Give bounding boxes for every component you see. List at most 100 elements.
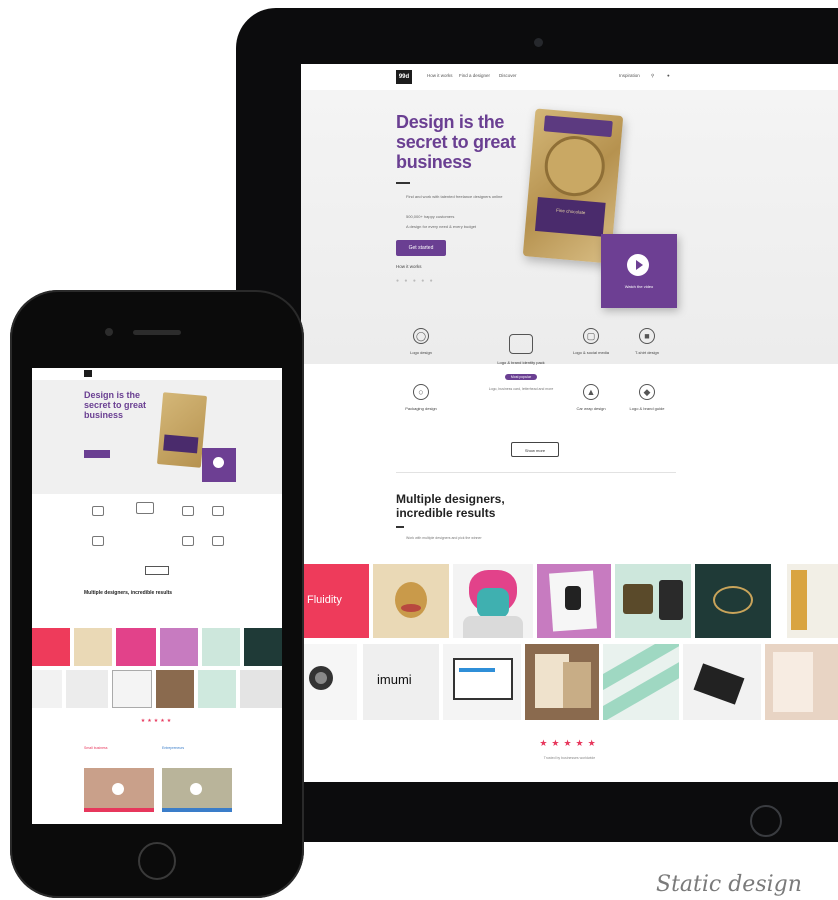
phone-device: Design is the secret to great business M… <box>10 290 304 898</box>
social-icon: ▢ <box>583 328 599 344</box>
how-it-works-link[interactable]: How it works <box>396 264 422 269</box>
site-logo[interactable]: 99d <box>396 70 412 84</box>
gallery-tile-tea-packaging[interactable] <box>615 564 691 638</box>
phone-site-logo[interactable] <box>84 370 92 377</box>
static-design-caption: Static design <box>656 872 802 897</box>
ornament-icon <box>542 133 608 199</box>
gallery-tile-web-ui[interactable] <box>443 644 521 720</box>
logo-icon: ◯ <box>413 328 429 344</box>
phone-screen: Design is the secret to great business M… <box>32 368 282 824</box>
popular-badge: Most popular <box>504 374 538 380</box>
carousel-dots[interactable]: ● ● ● ● ● <box>396 278 435 284</box>
section-subtitle: Work with multiple designers and pick th… <box>406 536 482 540</box>
nav-link-find-designer[interactable]: Find a designer <box>459 73 490 78</box>
phone-hero <box>32 380 282 494</box>
divider <box>396 472 676 473</box>
phone-show-more-button[interactable] <box>145 566 169 575</box>
user-icon[interactable]: ● <box>667 73 670 78</box>
gallery-tile-camera[interactable] <box>301 644 357 720</box>
phone-gallery-tile[interactable] <box>32 628 70 666</box>
hero-bullet: 500,000+ happy customers <box>406 214 455 219</box>
headline-underline <box>396 182 410 184</box>
rating-stars: ★★★★★ <box>539 738 600 748</box>
phone-get-started-button[interactable] <box>84 450 110 458</box>
nav-link-discover[interactable]: Discover <box>499 73 517 78</box>
phone-gallery-tile[interactable] <box>198 670 236 708</box>
phone-hero-headline: Design is the secret to great business <box>84 390 147 420</box>
search-icon[interactable]: ⚲ <box>651 73 654 79</box>
gallery-tile-mint-pattern[interactable] <box>603 644 679 720</box>
gallery-tile-menu-card[interactable] <box>765 644 838 720</box>
play-icon[interactable] <box>627 254 649 276</box>
phone-gallery-tile[interactable] <box>160 628 198 666</box>
phone-tab-small-business[interactable]: Small business <box>84 746 108 750</box>
tablet-navbar: 99d How it works Find a designer Discove… <box>301 64 838 90</box>
category-logo-design[interactable]: ◯ Logo design <box>393 328 449 355</box>
phone-rating-stars: ★★★★★ <box>140 718 174 724</box>
nav-link-how-it-works[interactable]: How it works <box>427 73 453 78</box>
nav-link-inspiration[interactable]: Inspiration <box>619 73 640 78</box>
rating-caption: Trusted by businesses worldwide <box>543 756 596 760</box>
gallery-tile-llama-card[interactable] <box>537 564 611 638</box>
phone-gallery-tile[interactable] <box>116 628 156 666</box>
video-card[interactable]: Watch the video <box>601 234 677 308</box>
tshirt-icon[interactable] <box>212 506 224 516</box>
gallery-tile-dark-box[interactable] <box>683 644 761 720</box>
package-icon: ○ <box>413 384 429 400</box>
gallery-tile-stationery[interactable] <box>525 644 599 720</box>
category-tshirt[interactable]: ■ T-shirt design <box>619 328 675 355</box>
guide-icon: ◆ <box>639 384 655 400</box>
tablet-camera <box>534 38 543 47</box>
tshirt-icon: ■ <box>639 328 655 344</box>
phone-package-image <box>156 392 208 468</box>
phone-navbar <box>32 368 282 380</box>
play-icon[interactable] <box>213 457 224 468</box>
phone-camera <box>105 328 113 336</box>
gallery-tile-lips-poster[interactable] <box>373 564 449 638</box>
phone-gallery-tile[interactable] <box>240 670 282 708</box>
play-icon[interactable] <box>112 783 124 795</box>
phone-gallery-tile[interactable] <box>32 670 62 708</box>
hero-bullet: A design for every need & every budget <box>406 224 477 229</box>
phone-gallery-tile[interactable] <box>156 670 194 708</box>
phone-video-card[interactable] <box>202 448 236 482</box>
phone-gallery-tile[interactable] <box>112 670 152 708</box>
get-started-button[interactable]: Get started <box>396 240 446 256</box>
gallery-tile-fox-shirt[interactable] <box>453 564 533 638</box>
package-icon[interactable] <box>92 536 104 546</box>
hero-subtitle: Find and work with talented freelance de… <box>406 194 503 199</box>
category-logo-social[interactable]: ▢ Logo & social media <box>563 328 619 355</box>
category-packaging[interactable]: ○ Packaging design <box>393 384 449 411</box>
category-brand-identity-pack[interactable]: Logo & brand identity pack Most popular … <box>467 334 575 391</box>
logo-icon[interactable] <box>92 506 104 516</box>
category-brand-guide[interactable]: ◆ Logo & brand guide <box>619 384 675 411</box>
phone-gallery-tile[interactable] <box>66 670 108 708</box>
car-icon[interactable] <box>182 536 194 546</box>
gallery-tile-fluidity[interactable]: Fluidity <box>301 564 369 638</box>
play-icon[interactable] <box>190 783 202 795</box>
section-underline <box>396 526 404 528</box>
phone-section-title: Multiple designers, incredible results <box>84 590 173 596</box>
phone-tab-entrepreneurs[interactable]: Entrepreneurs <box>162 746 184 750</box>
video-label: Watch the video <box>624 284 654 289</box>
brand-pack-icon <box>509 334 533 354</box>
gallery-tile-imumi[interactable]: imumi <box>363 644 439 720</box>
phone-testimonial-video[interactable] <box>162 768 232 812</box>
tablet-home-button[interactable] <box>750 805 782 837</box>
gallery-tile-partial[interactable] <box>787 564 838 638</box>
phone-testimonial-video[interactable] <box>84 768 154 812</box>
phone-home-button[interactable] <box>138 842 176 880</box>
phone-gallery-tile[interactable] <box>202 628 240 666</box>
brand-pack-icon[interactable] <box>136 502 154 514</box>
section-title: Multiple designers, incredible results <box>396 492 505 520</box>
gallery-tile-gold-logo[interactable] <box>695 564 771 638</box>
phone-gallery-tile[interactable] <box>74 628 112 666</box>
tablet-screen: 99d How it works Find a designer Discove… <box>301 64 838 782</box>
phone-gallery-tile[interactable] <box>244 628 282 666</box>
show-more-button[interactable]: Show more <box>511 442 559 457</box>
hero-headline: Design is the secret to great business <box>396 112 516 172</box>
category-car-wrap[interactable]: ▲ Car wrap design <box>563 384 619 411</box>
social-icon[interactable] <box>182 506 194 516</box>
phone-speaker <box>133 330 181 335</box>
guide-icon[interactable] <box>212 536 224 546</box>
